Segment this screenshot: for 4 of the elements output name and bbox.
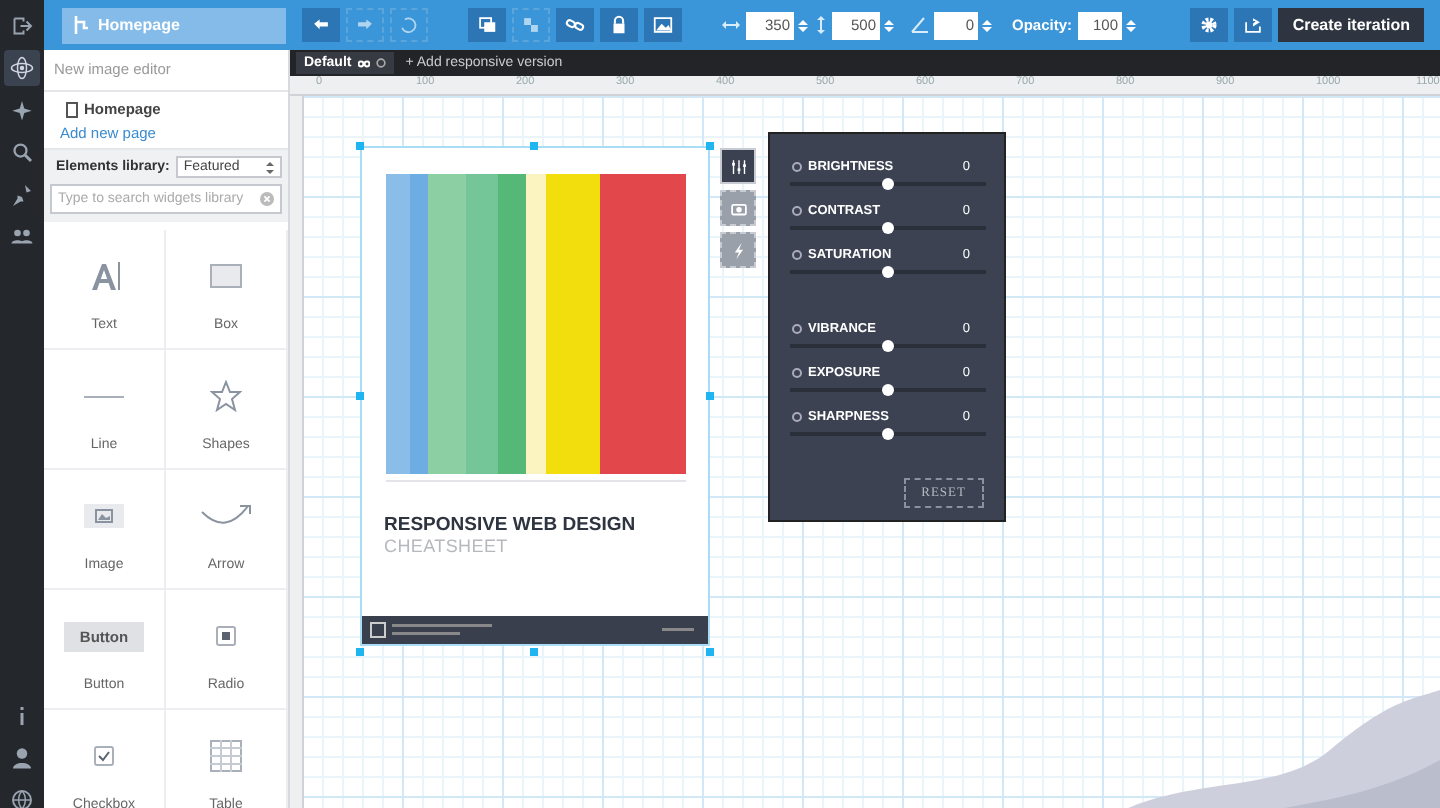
poster-subtitle: CHEATSHEET xyxy=(384,536,510,556)
poster-title: RESPONSIVE WEB DESIGN xyxy=(384,514,638,536)
create-iteration-button[interactable]: Create iteration xyxy=(1278,8,1424,42)
poster[interactable]: RESPONSIVE WEB DESIGN CHEATSHEET xyxy=(360,146,710,646)
